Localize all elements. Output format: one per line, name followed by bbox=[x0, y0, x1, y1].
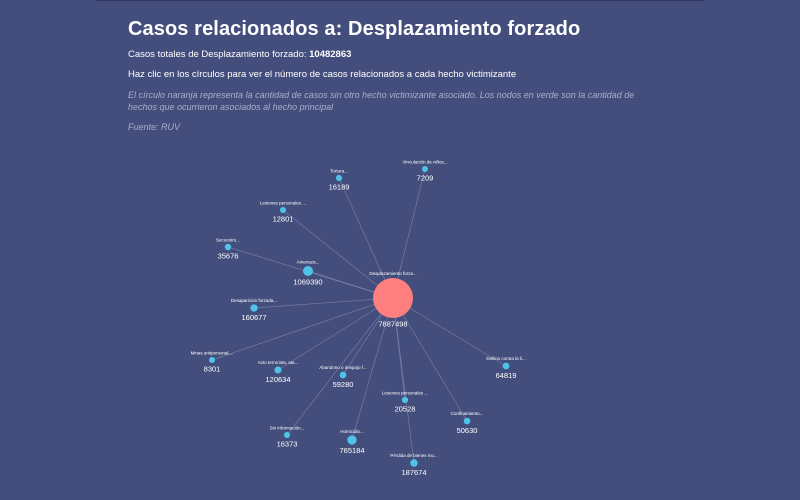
node-value: 765184 bbox=[339, 446, 364, 455]
node-label: Lesiones personales ... bbox=[382, 390, 428, 395]
node-value: 50630 bbox=[457, 426, 478, 435]
node-value: 8301 bbox=[204, 364, 221, 373]
edge-minas bbox=[211, 297, 394, 361]
center-node-circle[interactable] bbox=[373, 278, 413, 318]
node-circle[interactable] bbox=[410, 459, 418, 467]
node-value: 12801 bbox=[273, 215, 294, 224]
node-label: Abandono o despojo f... bbox=[319, 365, 367, 370]
node-label: Delitos contra la li... bbox=[486, 356, 525, 361]
node-label: Minas antipersonal,... bbox=[191, 351, 234, 356]
node-circle[interactable] bbox=[303, 266, 313, 276]
node-label: Lesiones personales ... bbox=[260, 200, 306, 205]
node-value: 35676 bbox=[218, 252, 239, 261]
node-circle[interactable] bbox=[401, 396, 409, 404]
node-label: Pérdida de bienes mu... bbox=[390, 453, 438, 458]
node-circle[interactable] bbox=[279, 206, 287, 214]
node-lesiones2[interactable]: Lesiones personales ... 20528 bbox=[382, 390, 428, 413]
node-sininfo[interactable]: Sin información... 16373 bbox=[270, 425, 305, 448]
node-value: 16373 bbox=[277, 440, 298, 449]
node-circle[interactable] bbox=[502, 362, 510, 370]
node-label: Acto terrorista, ata... bbox=[258, 360, 299, 365]
node-tortura[interactable]: Tortura... 16189 bbox=[329, 168, 350, 191]
node-delitos[interactable]: Delitos contra la li... 64819 bbox=[486, 356, 525, 380]
node-value: 64819 bbox=[496, 371, 517, 380]
node-confinamiento[interactable]: Confinamiento... 50630 bbox=[451, 411, 484, 435]
node-circle[interactable] bbox=[209, 357, 215, 363]
node-circle[interactable] bbox=[347, 435, 357, 445]
node-secuestro[interactable]: Secuestro... 35676 bbox=[216, 237, 240, 260]
node-lesiones1[interactable]: Lesiones personales ... 12801 bbox=[260, 200, 306, 223]
node-circle[interactable] bbox=[224, 243, 232, 251]
node-value: 59280 bbox=[333, 380, 354, 389]
node-value: 160677 bbox=[241, 313, 266, 322]
node-label: Sin información... bbox=[270, 425, 305, 430]
node-label: Homicidio... bbox=[340, 429, 364, 434]
node-circle[interactable] bbox=[339, 371, 347, 379]
node-amenaza[interactable]: Amenaza... 1069390 bbox=[293, 260, 322, 287]
node-desaparicion[interactable]: Desaparición forzada... 160677 bbox=[231, 298, 277, 322]
node-circle[interactable] bbox=[250, 304, 258, 312]
node-minas[interactable]: Minas antipersonal,... 8301 bbox=[191, 351, 234, 374]
node-circle[interactable] bbox=[335, 174, 343, 182]
node-value: 16189 bbox=[329, 183, 350, 192]
node-abandono[interactable]: Abandono o despojo f... 59280 bbox=[319, 365, 367, 389]
node-label: Amenaza... bbox=[297, 260, 320, 265]
node-circle[interactable] bbox=[274, 366, 282, 374]
node-perdida[interactable]: Pérdida de bienes mu... 187674 bbox=[390, 453, 438, 477]
node-label: Desaparición forzada... bbox=[231, 298, 277, 303]
node-value: 20528 bbox=[395, 405, 416, 414]
node-value: 120634 bbox=[265, 375, 290, 384]
node-circle[interactable] bbox=[283, 431, 291, 439]
node-label: Secuestro... bbox=[216, 237, 240, 242]
node-circle[interactable] bbox=[463, 417, 471, 425]
network-graph: Desplazamiento forza... 7887498 Tortura...… bbox=[191, 160, 526, 478]
node-acto[interactable]: Acto terrorista, ata... 120634 bbox=[258, 360, 299, 384]
node-circle[interactable] bbox=[422, 166, 428, 172]
node-value: 187674 bbox=[401, 468, 426, 477]
node-value: 7209 bbox=[417, 173, 434, 182]
node-value: 7887498 bbox=[378, 320, 407, 329]
graph-nodes: Desplazamiento forza... 7887498 Tortura...… bbox=[191, 160, 526, 478]
node-label: Desplazamiento forza... bbox=[369, 271, 416, 276]
node-vinculacion[interactable]: Vinculación de niños... 7209 bbox=[403, 160, 448, 183]
node-label: Vinculación de niños... bbox=[403, 160, 448, 165]
node-value: 1069390 bbox=[293, 278, 322, 287]
node-homicidio[interactable]: Homicidio... 765184 bbox=[339, 429, 364, 455]
node-label: Confinamiento... bbox=[451, 411, 484, 416]
node-label: Tortura... bbox=[330, 168, 348, 173]
